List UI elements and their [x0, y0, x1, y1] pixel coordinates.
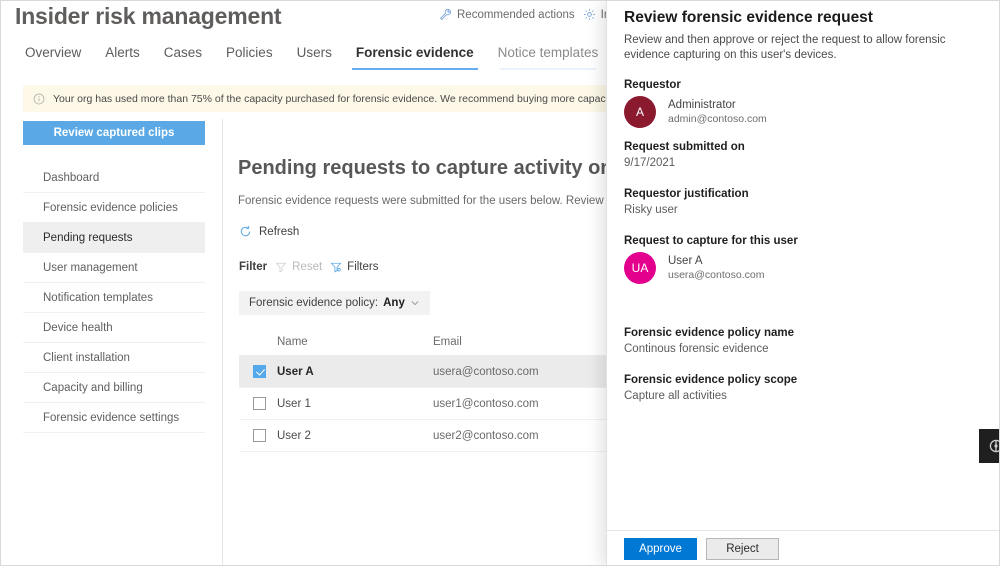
column-header-name: Name: [277, 336, 308, 348]
requestor-label: Requestor: [624, 79, 681, 91]
reset-label: Reset: [292, 261, 323, 273]
sidebar-item-capacity-and-billing[interactable]: Capacity and billing: [23, 373, 205, 403]
info-icon: [33, 93, 45, 105]
reject-button[interactable]: Reject: [706, 538, 779, 560]
page-title: Insider risk management: [15, 3, 282, 29]
approve-button[interactable]: Approve: [624, 538, 697, 560]
forensic-evidence-sidebar: Review captured clips Dashboard Forensic…: [1, 119, 223, 565]
header-actions: Recommended actions Ins: [439, 8, 616, 21]
justification-label: Requestor justification: [624, 188, 749, 200]
policy-filter-label: Forensic evidence policy:: [249, 297, 379, 309]
policy-name-label: Forensic evidence policy name: [624, 327, 795, 339]
filters-button[interactable]: Filters: [330, 261, 378, 273]
cell-name: User 2: [277, 429, 311, 442]
tab-notice-templates[interactable]: Notice templates: [486, 43, 611, 70]
review-request-panel: Review forensic evidence request Review …: [606, 1, 999, 565]
refresh-label: Refresh: [259, 225, 300, 238]
content-subtitle: Forensic evidence requests were submitte…: [238, 195, 658, 207]
panel-body: Review forensic evidence request Review …: [624, 9, 987, 402]
capture-user-person: UA User A usera@contoso.com: [624, 252, 987, 284]
submitted-on-value: 9/17/2021: [624, 157, 676, 169]
tab-users[interactable]: Users: [285, 43, 344, 70]
gear-icon: [583, 8, 596, 21]
capture-user-name: User A: [668, 255, 703, 267]
panel-footer: Approve Reject: [607, 530, 999, 565]
review-captured-clips-button[interactable]: Review captured clips: [23, 121, 205, 145]
wrench-icon: [439, 8, 452, 21]
filter-toolbar: Filter Reset Filters: [239, 261, 378, 273]
requestor-email: admin@contoso.com: [668, 113, 767, 125]
recommended-actions-label: Recommended actions: [457, 8, 575, 21]
filters-label: Filters: [347, 261, 379, 273]
refresh-icon: [239, 225, 252, 238]
justification-value: Risky user: [624, 204, 678, 216]
policy-name-value: Continous forensic evidence: [624, 343, 769, 355]
row-checkbox[interactable]: [253, 429, 266, 442]
row-checkbox[interactable]: [253, 397, 266, 410]
feedback-icon: [988, 438, 999, 454]
submitted-on-label: Request submitted on: [624, 141, 745, 153]
sidebar-item-pending-requests[interactable]: Pending requests: [23, 223, 205, 253]
panel-description: Review and then approve or reject the re…: [624, 34, 946, 61]
filter-label: Filter: [239, 261, 268, 273]
chevron-down-icon: [410, 298, 420, 308]
requestor-name: Administrator: [668, 99, 736, 111]
requestor-person: A Administrator admin@contoso.com: [624, 96, 987, 128]
reset-filter-icon: [275, 261, 287, 273]
insider-risk-management-page: Insider risk management Recommended acti…: [0, 0, 1000, 566]
row-checkbox-cell: [239, 429, 277, 442]
sidebar-item-notification-templates[interactable]: Notification templates: [23, 283, 205, 313]
capture-user-email: usera@contoso.com: [668, 269, 765, 281]
row-checkbox-cell: [239, 365, 277, 378]
sidebar-item-device-health[interactable]: Device health: [23, 313, 205, 343]
column-header-email: Email: [433, 336, 462, 348]
content-title: Pending requests to capture activity on …: [238, 157, 666, 179]
recommended-actions-button[interactable]: Recommended actions: [439, 8, 575, 21]
sidebar-item-client-installation[interactable]: Client installation: [23, 343, 205, 373]
sidebar-item-user-management[interactable]: User management: [23, 253, 205, 283]
row-checkbox[interactable]: [253, 365, 266, 378]
tab-policies[interactable]: Policies: [214, 43, 285, 70]
filter-icon: [330, 261, 342, 273]
cell-email: user2@contoso.com: [433, 429, 539, 442]
policy-filter-dropdown[interactable]: Forensic evidence policy: Any: [239, 291, 430, 315]
tab-overview[interactable]: Overview: [13, 43, 93, 70]
sidebar-item-forensic-evidence-policies[interactable]: Forensic evidence policies: [23, 193, 205, 223]
avatar: A: [624, 96, 656, 128]
policy-scope-label: Forensic evidence policy scope: [624, 374, 798, 386]
policy-scope-value: Capture all activities: [624, 390, 727, 402]
sidebar-item-forensic-evidence-settings[interactable]: Forensic evidence settings: [23, 403, 205, 433]
sidebar-item-dashboard[interactable]: Dashboard: [23, 163, 205, 193]
policy-filter-value: Any: [383, 297, 405, 309]
cell-email: user1@contoso.com: [433, 397, 539, 410]
sidebar-nav-list: Dashboard Forensic evidence policies Pen…: [23, 163, 205, 433]
tab-alerts[interactable]: Alerts: [93, 43, 152, 70]
avatar: UA: [624, 252, 656, 284]
cell-name: User 1: [277, 397, 311, 410]
cell-name: User A: [277, 365, 314, 378]
tab-forensic-evidence[interactable]: Forensic evidence: [344, 43, 486, 70]
panel-title: Review forensic evidence request: [624, 9, 873, 26]
capture-user-label: Request to capture for this user: [624, 235, 798, 247]
cell-email: usera@contoso.com: [433, 365, 539, 378]
refresh-button[interactable]: Refresh: [239, 225, 299, 238]
feedback-widget-button[interactable]: [979, 429, 999, 463]
reset-filters-button[interactable]: Reset: [275, 261, 322, 273]
tab-cases[interactable]: Cases: [152, 43, 214, 70]
row-checkbox-cell: [239, 397, 277, 410]
